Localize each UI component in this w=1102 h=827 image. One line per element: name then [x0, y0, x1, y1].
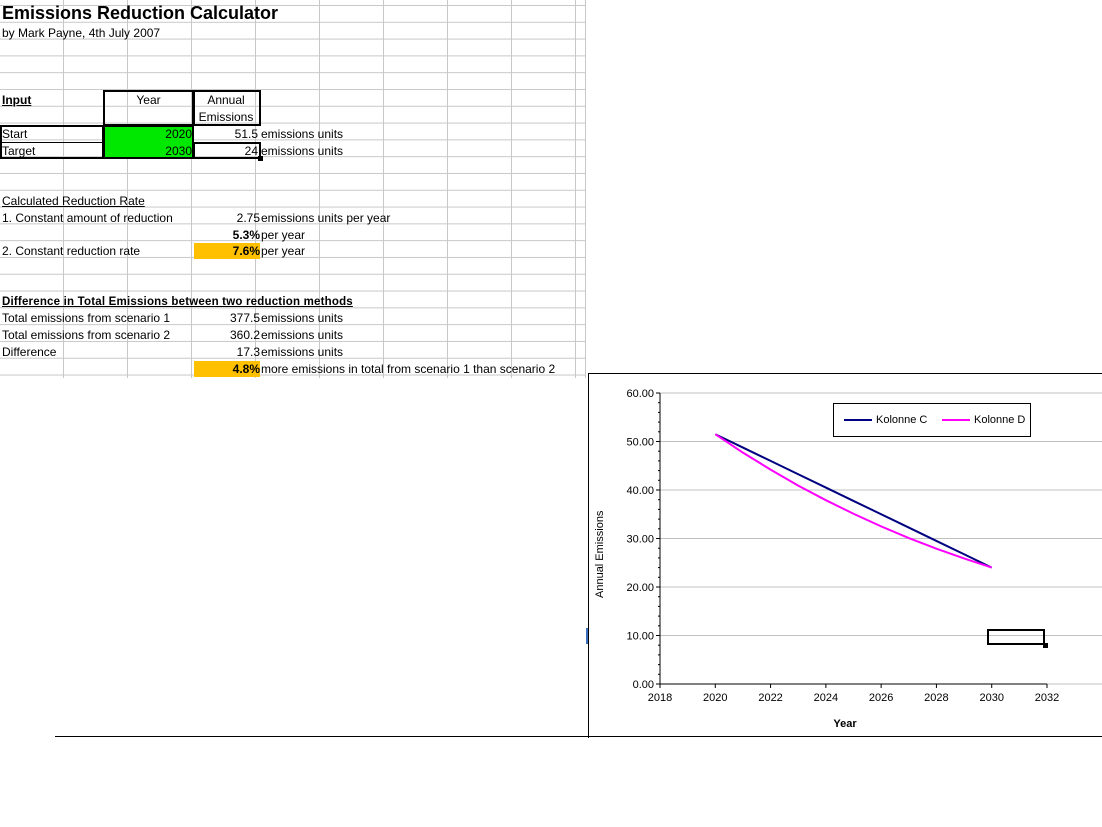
pct-unit: per year — [261, 228, 306, 242]
legend-item-kolonne-c: Kolonne C — [844, 413, 927, 427]
start-year-cell[interactable]: 2020 — [104, 126, 192, 142]
method2-label: 2. Constant reduction rate — [2, 244, 141, 258]
diff-pct-value[interactable]: 4.8% — [194, 361, 260, 377]
method2-unit: per year — [261, 244, 306, 258]
legend-label-d: Kolonne D — [974, 414, 1026, 426]
s1-value[interactable]: 377.5 — [194, 310, 260, 326]
chart-selection-handle[interactable] — [1043, 643, 1048, 648]
diff-label: Difference — [2, 345, 57, 359]
method1-unit: emissions units per year — [261, 211, 391, 225]
emissions-header-line1: Annual — [207, 93, 245, 107]
chart-bottom-border — [588, 736, 1102, 737]
y-axis-label: Annual Emissions — [594, 510, 606, 598]
s2-unit: emissions units — [261, 328, 344, 342]
input-heading: Input — [2, 93, 32, 107]
legend-swatch-c — [844, 419, 872, 421]
s2-label: Total emissions from scenario 2 — [2, 328, 171, 342]
start-label: Start — [2, 127, 28, 141]
start-unit: emissions units — [261, 127, 344, 141]
diff-pct-text: more emissions in total from scenario 1 … — [261, 362, 556, 376]
diff-unit: emissions units — [261, 345, 344, 359]
target-emissions-cell[interactable]: 24 — [194, 143, 258, 159]
s1-unit: emissions units — [261, 311, 344, 325]
x-axis-label: Year — [833, 718, 857, 730]
legend-item-kolonne-d: Kolonne D — [942, 413, 1025, 427]
author-line: by Mark Payne, 4th July 2007 — [2, 26, 161, 40]
legend-label-c: Kolonne C — [876, 414, 928, 426]
year-header: Year — [136, 93, 161, 107]
calc-heading: Calculated Reduction Rate — [2, 194, 145, 208]
diff-value[interactable]: 17.3 — [194, 344, 260, 360]
method2-value[interactable]: 7.6% — [194, 243, 260, 259]
emissions-header-line2: Emissions — [198, 110, 254, 124]
grid-edge — [585, 0, 586, 378]
s1-label: Total emissions from scenario 1 — [2, 311, 171, 325]
target-label: Target — [2, 144, 36, 158]
start-emissions-cell[interactable]: 51.5 — [194, 126, 258, 142]
chart-legend[interactable]: Kolonne C Kolonne D — [833, 403, 1031, 437]
s2-value[interactable]: 360.2 — [194, 327, 260, 343]
chart-selection-box[interactable] — [987, 629, 1045, 645]
method1-label: 1. Constant amount of reduction — [2, 211, 173, 225]
sheet-title: Emissions Reduction Calculator — [2, 3, 279, 23]
target-year-cell[interactable]: 2030 — [104, 143, 192, 159]
pct-value[interactable]: 5.3% — [194, 227, 260, 243]
method1-value[interactable]: 2.75 — [194, 210, 260, 226]
legend-swatch-d — [942, 419, 970, 421]
bottom-rule — [55, 736, 588, 737]
diff-heading: Difference in Total Emissions between tw… — [2, 296, 353, 308]
target-unit: emissions units — [261, 144, 344, 158]
